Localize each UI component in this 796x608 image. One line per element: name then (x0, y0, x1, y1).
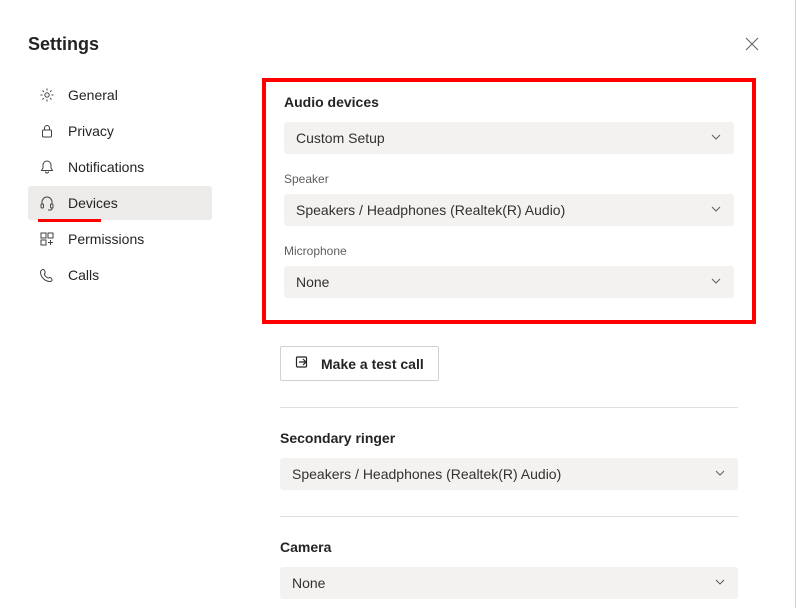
test-call-label: Make a test call (321, 356, 424, 372)
apps-icon (38, 230, 56, 248)
dropdown-value: Speakers / Headphones (Realtek(R) Audio) (292, 466, 561, 482)
divider (280, 407, 738, 408)
sidebar-item-label: Notifications (68, 159, 144, 175)
test-call-icon (295, 354, 311, 373)
make-test-call-button[interactable]: Make a test call (280, 346, 439, 381)
sidebar-item-label: Permissions (68, 231, 144, 247)
chevron-down-icon (710, 202, 722, 218)
chevron-down-icon (714, 466, 726, 482)
chevron-down-icon (714, 575, 726, 591)
sidebar-item-label: Devices (68, 195, 118, 211)
sidebar-item-calls[interactable]: Calls (28, 258, 212, 292)
dropdown-value: Custom Setup (296, 130, 385, 146)
chevron-down-icon (710, 274, 722, 290)
dropdown-value: Speakers / Headphones (Realtek(R) Audio) (296, 202, 565, 218)
phone-icon (38, 266, 56, 284)
sidebar-item-label: Privacy (68, 123, 114, 139)
sidebar-item-label: Calls (68, 267, 99, 283)
sidebar-item-label: General (68, 87, 118, 103)
speaker-dropdown[interactable]: Speakers / Headphones (Realtek(R) Audio) (284, 194, 734, 226)
divider (280, 516, 738, 517)
sidebar-item-general[interactable]: General (28, 78, 212, 112)
microphone-label: Microphone (284, 244, 734, 258)
microphone-dropdown[interactable]: None (284, 266, 734, 298)
camera-dropdown[interactable]: None (280, 567, 738, 599)
sidebar-item-notifications[interactable]: Notifications (28, 150, 212, 184)
secondary-ringer-title: Secondary ringer (280, 430, 738, 446)
secondary-ringer-dropdown[interactable]: Speakers / Headphones (Realtek(R) Audio) (280, 458, 738, 490)
dropdown-value: None (296, 274, 329, 290)
speaker-label: Speaker (284, 172, 734, 186)
page-title: Settings (28, 34, 99, 55)
audio-devices-title: Audio devices (284, 94, 734, 110)
gear-icon (38, 86, 56, 104)
dropdown-value: None (292, 575, 325, 591)
lock-icon (38, 122, 56, 140)
camera-title: Camera (280, 539, 738, 555)
close-icon (745, 37, 759, 51)
sidebar: General Privacy Notifications (28, 78, 212, 599)
audio-devices-highlight: Audio devices Custom Setup Speaker Speak… (262, 78, 756, 324)
main-content: Audio devices Custom Setup Speaker Speak… (212, 78, 796, 599)
headset-icon (38, 194, 56, 212)
chevron-down-icon (710, 130, 722, 146)
sidebar-item-devices[interactable]: Devices (28, 186, 212, 220)
close-button[interactable] (736, 28, 768, 60)
sidebar-item-privacy[interactable]: Privacy (28, 114, 212, 148)
audio-device-dropdown[interactable]: Custom Setup (284, 122, 734, 154)
bell-icon (38, 158, 56, 176)
sidebar-item-permissions[interactable]: Permissions (28, 222, 212, 256)
